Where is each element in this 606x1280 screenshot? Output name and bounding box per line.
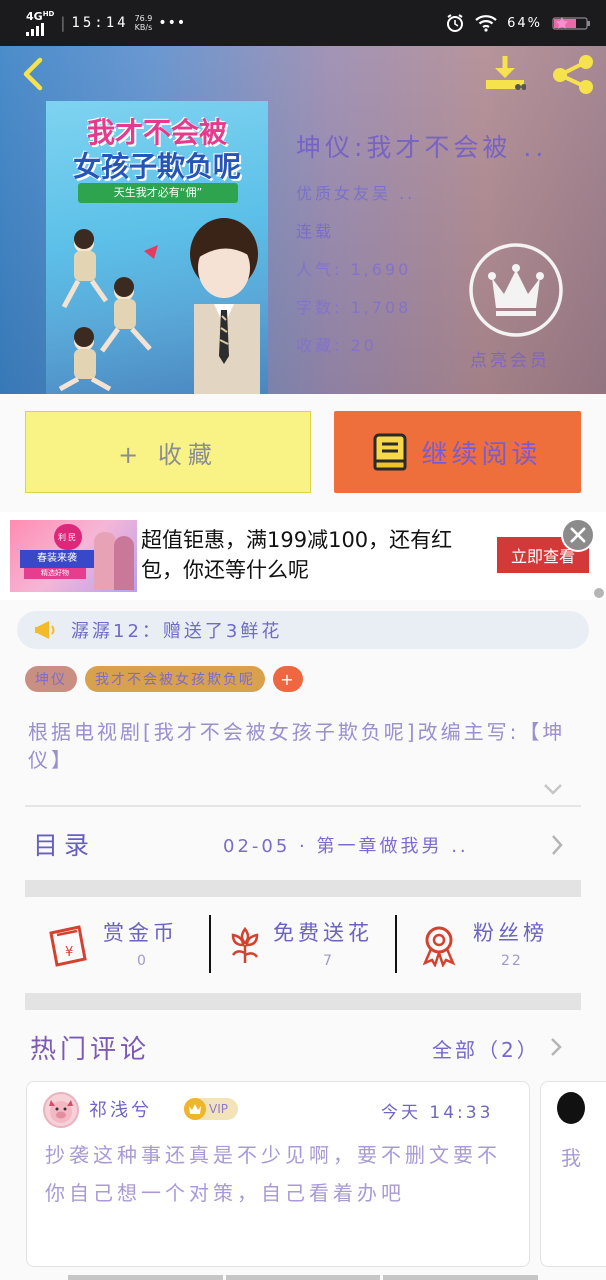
reward-coins-value: 0 bbox=[137, 953, 148, 969]
divider bbox=[25, 805, 581, 807]
free-flower-value: 7 bbox=[323, 953, 334, 969]
book-description: 根据电视剧[我才不会被女孩子欺负呢]改编主写:【坤仪】 bbox=[28, 720, 566, 772]
status-left: 4GHD | 15:14 76.9 KB/s ••• bbox=[26, 9, 187, 36]
favorites-label: 收藏 bbox=[296, 336, 335, 355]
alarm-icon bbox=[447, 14, 464, 32]
pig-avatar-icon bbox=[49, 1100, 73, 1123]
ad-image-headline: 春装来袭 bbox=[20, 550, 94, 568]
medal-icon bbox=[422, 926, 456, 967]
cover-girls-illustration bbox=[58, 229, 158, 391]
megaphone-icon bbox=[35, 621, 55, 639]
ad-image-subline: 精选好物 bbox=[24, 568, 86, 579]
vip-badge: VIP bbox=[184, 1098, 238, 1120]
download-icon[interactable] bbox=[484, 52, 526, 92]
net-speed: 76.9 KB/s bbox=[135, 14, 153, 32]
cover-boy-illustration bbox=[190, 218, 260, 394]
red-envelope-icon: ¥ bbox=[49, 925, 87, 967]
cover-title-line2: 女孩子欺负呢 bbox=[72, 150, 241, 183]
section-separator bbox=[25, 993, 581, 1010]
network-type: 4G bbox=[26, 9, 43, 23]
book-tags: 坤仪 我才不会被女孩欺负呢 + bbox=[25, 666, 303, 692]
flower-icon bbox=[231, 926, 259, 963]
back-arrow-icon[interactable] bbox=[18, 54, 48, 94]
ad-image-tag: 利民 bbox=[54, 524, 82, 550]
comment-text: 抄袭这种事还真是不少见啊，要不删文要不你自己想一个对策，自己看着办吧 bbox=[45, 1143, 501, 1205]
gift-notice[interactable]: 潺潺12：赠送了3鲜花 bbox=[17, 611, 589, 649]
status-bar: 4GHD | 15:14 76.9 KB/s ••• 64% bbox=[0, 0, 606, 46]
free-flower-action[interactable]: 免费送花 7 bbox=[211, 897, 395, 993]
comment-time: 今天 14:33 bbox=[381, 1103, 494, 1123]
hot-comments-title: 热门评论 bbox=[30, 1035, 151, 1065]
status-right: 64% bbox=[445, 13, 592, 33]
cover-tagline: 天生我才必有“佣” bbox=[78, 183, 238, 203]
gift-notice-text: 潺潺12：赠送了3鲜花 bbox=[71, 621, 283, 642]
signal-icon bbox=[26, 22, 54, 36]
primary-actions: + 收藏 继续阅读 bbox=[0, 394, 606, 512]
wifi-icon bbox=[475, 15, 497, 32]
comment-card[interactable]: 祁浅兮 VIP 今天 14:33 抄袭这种事还真是不少见啊，要不删文要不你自己想… bbox=[26, 1081, 530, 1267]
ad-text[interactable]: 超值钜惠，满199减100，还有红包，你还等什么呢 bbox=[141, 525, 481, 585]
network-indicator: 4GHD bbox=[26, 9, 55, 36]
more-notifications: ••• bbox=[158, 15, 187, 31]
share-icon[interactable] bbox=[550, 54, 596, 94]
book-header: 我才不会被 女孩子欺负呢 天生我才必有“佣” 坤仪:我才不会被 .. 优质女友吴… bbox=[0, 46, 606, 394]
ad-info-icon[interactable] bbox=[594, 588, 604, 598]
fan-ranking-label: 粉丝榜 bbox=[473, 921, 548, 945]
ad-image[interactable]: 利民 春装来袭 精选好物 bbox=[10, 520, 137, 592]
net-speed-value: 76.9 bbox=[134, 14, 153, 23]
reward-coins-action[interactable]: ¥ 赏金币 0 bbox=[25, 897, 209, 993]
book-icon bbox=[373, 433, 407, 471]
vip-crown-icon bbox=[184, 1098, 206, 1120]
reward-coins-label: 赏金币 bbox=[103, 921, 178, 945]
book-author[interactable]: 优质女友吴 .. bbox=[296, 180, 547, 204]
continue-reading-button[interactable]: 继续阅读 bbox=[334, 411, 581, 493]
battery-icon bbox=[552, 17, 590, 30]
chevron-right-icon bbox=[552, 835, 563, 855]
vip-label[interactable]: 点亮会员 bbox=[470, 346, 550, 371]
fan-ranking-action[interactable]: 粉丝榜 22 bbox=[397, 897, 581, 993]
all-comments-link[interactable]: 全部（2） bbox=[432, 1034, 540, 1063]
support-actions: ¥ 赏金币 0 免费送花 7 粉丝榜 22 bbox=[25, 897, 581, 993]
clock: 15:14 bbox=[71, 15, 129, 31]
svg-text:¥: ¥ bbox=[65, 945, 73, 960]
chevron-down-icon[interactable] bbox=[542, 782, 564, 796]
add-favorite-button[interactable]: + 收藏 bbox=[25, 411, 311, 493]
add-tag-button[interactable]: + bbox=[273, 666, 303, 692]
comment-text: 我 bbox=[561, 1146, 581, 1170]
network-sub: HD bbox=[42, 9, 55, 18]
comment-card[interactable]: 我 bbox=[540, 1081, 606, 1267]
ad-close-icon[interactable] bbox=[561, 518, 595, 552]
table-of-contents-row[interactable]: 目录 02-05 · 第一章做我男 .. bbox=[25, 808, 581, 880]
book-title: 坤仪:我才不会被 .. bbox=[296, 133, 548, 162]
popularity-value: 1,690 bbox=[350, 260, 412, 279]
ad-banner[interactable]: 利民 春装来袭 精选好物 超值钜惠，满199减100，还有红包，你还等什么呢 立… bbox=[0, 512, 606, 600]
tag-author[interactable]: 坤仪 bbox=[25, 666, 77, 692]
page-indicator bbox=[68, 1275, 539, 1280]
chevron-right-icon[interactable] bbox=[550, 1037, 562, 1057]
book-cover[interactable]: 我才不会被 女孩子欺负呢 天生我才必有“佣” bbox=[46, 101, 268, 394]
book-status: 连载 bbox=[296, 222, 335, 241]
vip-badge-text: VIP bbox=[209, 1102, 228, 1116]
crown-icon[interactable] bbox=[468, 242, 564, 338]
avatar[interactable] bbox=[557, 1092, 585, 1124]
toc-latest-chapter: 02-05 · 第一章做我男 .. bbox=[223, 836, 469, 857]
words-label: 字数 bbox=[296, 298, 335, 317]
continue-reading-label: 继续阅读 bbox=[421, 439, 542, 470]
popularity-label: 人气 bbox=[296, 260, 335, 279]
fan-ranking-value: 22 bbox=[501, 953, 523, 969]
free-flower-label: 免费送花 bbox=[273, 921, 373, 945]
avatar[interactable] bbox=[43, 1092, 79, 1128]
words-value: 1,708 bbox=[350, 298, 412, 317]
section-separator bbox=[25, 880, 581, 897]
favorites-value: 20 bbox=[350, 336, 377, 355]
comment-username[interactable]: 祁浅兮 bbox=[89, 1096, 152, 1122]
tag-source[interactable]: 我才不会被女孩欺负呢 bbox=[85, 666, 265, 692]
battery-level: 64% bbox=[507, 15, 542, 31]
book-detail-screen: 4GHD | 15:14 76.9 KB/s ••• 64% 我才不会被 女孩子… bbox=[0, 0, 606, 1280]
toc-title: 目录 bbox=[33, 831, 96, 860]
net-speed-unit: KB/s bbox=[134, 23, 153, 32]
